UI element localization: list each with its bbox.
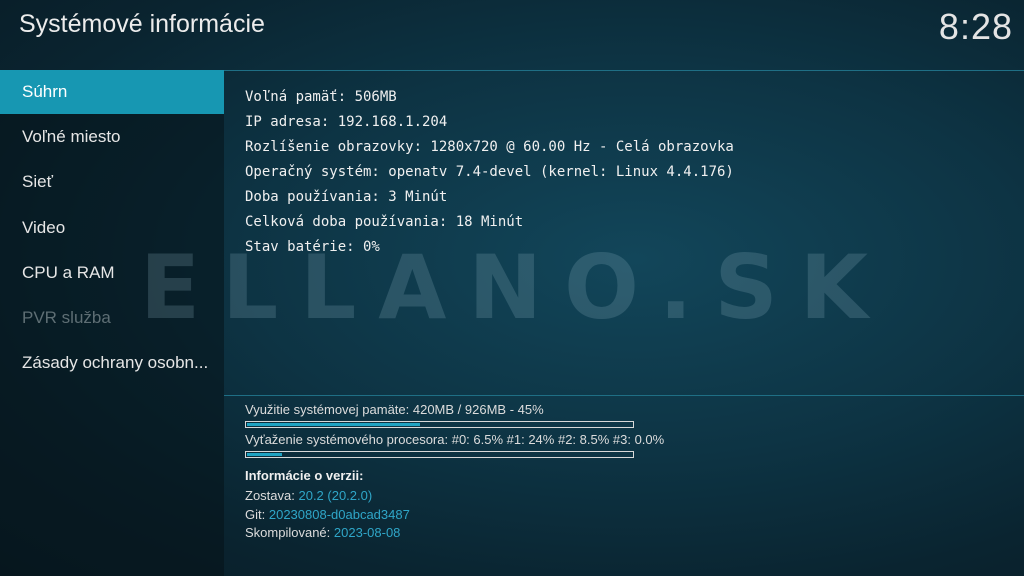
info-battery: Stav batérie: 0%: [245, 239, 380, 255]
memory-usage-bar-fill: [247, 423, 420, 426]
sidebar-item-siet[interactable]: Sieť: [0, 160, 224, 204]
mid-divider: [224, 395, 1024, 396]
version-build: Zostava: 20.2 (20.2.0): [245, 488, 372, 503]
cpu-usage-label: Vyťaženie systémového procesora: #0: 6.5…: [245, 432, 665, 447]
info-total-uptime: Celková doba používania: 18 Minút: [245, 214, 524, 230]
git-label: Git:: [245, 507, 266, 522]
sidebar-item-volne-miesto[interactable]: Voľné miesto: [0, 115, 224, 159]
info-os: Operačný systém: openatv 7.4-devel (kern…: [245, 164, 734, 180]
version-heading: Informácie o verzii:: [245, 468, 364, 483]
top-divider: [224, 70, 1024, 71]
git-value: 20230808-d0abcad3487: [268, 507, 410, 522]
info-resolution: Rozlíšenie obrazovky: 1280x720 @ 60.00 H…: [245, 139, 734, 155]
memory-usage-label: Využitie systémovej pamäte: 420MB / 926M…: [245, 402, 544, 417]
page-title: Systémové informácie: [19, 10, 265, 38]
compiled-value: 2023-08-08: [333, 525, 401, 540]
memory-usage-bar: [245, 421, 634, 428]
build-value: 20.2 (20.2.0): [298, 488, 373, 503]
ellano-watermark-logo: ELLANO.SK: [140, 240, 868, 339]
sidebar-item-suhrn[interactable]: Súhrn: [0, 70, 224, 114]
build-label: Zostava:: [245, 488, 295, 503]
clock: 8:28: [938, 6, 1013, 47]
cpu-usage-bar-fill: [247, 453, 282, 456]
info-free-memory: Voľná pamäť: 506MB: [245, 89, 397, 105]
info-ip-address: IP adresa: 192.168.1.204: [245, 114, 448, 130]
version-compiled: Skompilované: 2023-08-08: [245, 525, 400, 540]
version-git: Git: 20230808-d0abcad3487: [245, 507, 410, 522]
compiled-label: Skompilované:: [245, 525, 331, 540]
info-uptime: Doba používania: 3 Minút: [245, 189, 448, 205]
cpu-usage-bar: [245, 451, 634, 458]
